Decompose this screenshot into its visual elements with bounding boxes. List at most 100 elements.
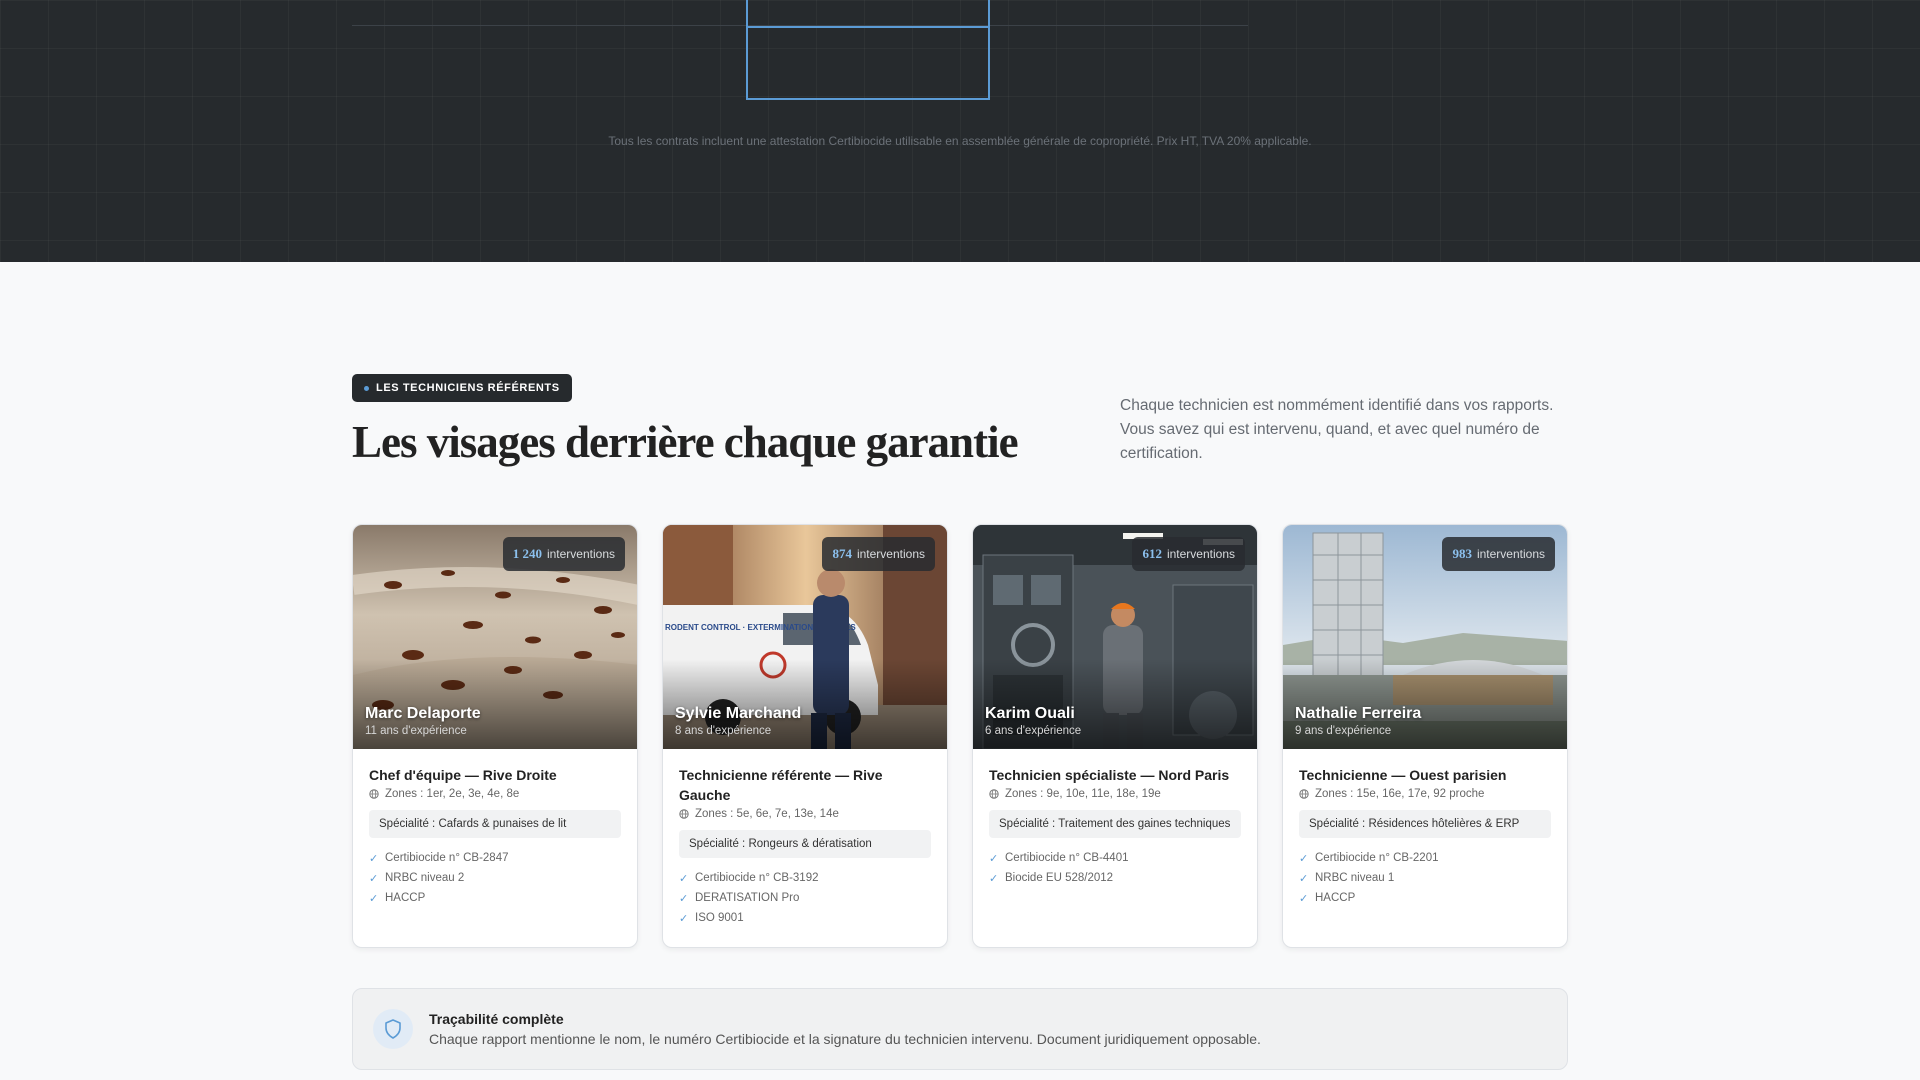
interventions-count: 874 xyxy=(832,546,852,561)
technician-card[interactable]: 1 240 interventions Marc Delaporte 11 an… xyxy=(352,524,638,948)
technician-card[interactable]: 612 interventions Karim Ouali 6 ans d'ex… xyxy=(972,524,1258,948)
check-icon: ✓ xyxy=(369,872,379,885)
certification-item: ✓ HACCP xyxy=(369,888,621,908)
check-icon: ✓ xyxy=(679,872,689,885)
certification-item: ✓ ISO 9001 xyxy=(679,908,931,928)
check-icon: ✓ xyxy=(1299,892,1309,905)
eyebrow-dot-icon xyxy=(364,386,369,391)
zones-text: Zones : 1er, 2e, 3e, 4e, 8e xyxy=(385,788,520,800)
certification-list: ✓ Certibiocide n° CB-3192 ✓ DERATISATION P… xyxy=(679,868,931,928)
certification-text: DERATISATION Pro xyxy=(695,892,800,904)
certification-item: ✓ NRBC niveau 2 xyxy=(369,868,621,888)
check-icon: ✓ xyxy=(369,892,379,905)
specialty-tag: Spécialité : Cafards & punaises de lit xyxy=(369,810,621,838)
specialty-tag: Spécialité : Traitement des gaines techn… xyxy=(989,810,1241,838)
pricing-section-footer: Tous les contrats incluent une attestati… xyxy=(0,0,1920,262)
technician-identity: Nathalie Ferreira 9 ans d'expérience xyxy=(1295,705,1421,737)
technician-card[interactable]: RODENT CONTROL · EXTERMINATION SERVICES … xyxy=(662,524,948,948)
certification-list: ✓ Certibiocide n° CB-4401 ✓ Biocide EU 528… xyxy=(989,848,1241,888)
technician-name: Nathalie Ferreira xyxy=(1295,705,1422,722)
interventions-label: interventions xyxy=(546,547,615,561)
certification-text: HACCP xyxy=(385,892,426,904)
interventions-badge: 874 interventions xyxy=(822,537,935,571)
check-icon: ✓ xyxy=(1299,852,1309,865)
globe-icon xyxy=(989,789,999,799)
section-title: Les visages derrière chaque garantie xyxy=(352,417,1019,467)
technician-photo: RODENT CONTROL · EXTERMINATION SERVICES … xyxy=(663,525,947,749)
certification-text: Certibiocide n° CB-3192 xyxy=(695,872,819,884)
interventions-badge: 612 interventions xyxy=(1132,537,1245,571)
technician-photo: 983 interventions Nathalie Ferreira 9 an… xyxy=(1283,525,1567,749)
technician-experience: 8 ans d'expérience xyxy=(675,725,772,737)
check-icon: ✓ xyxy=(989,872,999,885)
certification-text: ISO 9001 xyxy=(695,912,744,924)
technician-identity: Marc Delaporte 11 ans d'expérience xyxy=(365,705,481,737)
certification-text: Certibiocide n° CB-2847 xyxy=(385,852,509,864)
technician-experience: 6 ans d'expérience xyxy=(985,725,1082,737)
certification-text: Certibiocide n° CB-2201 xyxy=(1315,852,1439,864)
card-body: Chef d'équipe — Rive Droite Zones : 1er,… xyxy=(353,749,637,908)
interventions-count: 983 xyxy=(1452,546,1472,561)
zones-text: Zones : 15e, 16e, 17e, 92 proche xyxy=(1315,788,1485,800)
specialty-tag: Spécialité : Rongeurs & dératisation xyxy=(679,830,931,858)
zones-text: Zones : 9e, 10e, 11e, 18e, 19e xyxy=(1005,788,1161,800)
certification-list: ✓ Certibiocide n° CB-2847 ✓ NRBC niveau 2 … xyxy=(369,848,621,908)
technician-role: Technicienne — Ouest parisien xyxy=(1299,767,1507,783)
interventions-badge: 1 240 interventions xyxy=(502,537,625,571)
interventions-count: 1 240 xyxy=(512,546,542,561)
technician-name: Sylvie Marchand xyxy=(675,705,802,722)
highlighted-table-cell xyxy=(746,0,990,100)
interventions-label: interventions xyxy=(856,547,925,561)
certification-text: NRBC niveau 2 xyxy=(385,872,465,884)
check-icon: ✓ xyxy=(989,852,999,865)
certification-text: HACCP xyxy=(1315,892,1356,904)
technician-zones: Zones : 1er, 2e, 3e, 4e, 8e xyxy=(369,788,621,800)
technician-identity: Sylvie Marchand 8 ans d'expérience xyxy=(675,705,801,737)
check-icon: ✓ xyxy=(369,852,379,865)
pricing-note: Tous les contrats incluent une attestati… xyxy=(608,134,1312,148)
certification-item: ✓ Certibiocide n° CB-4401 xyxy=(989,848,1241,868)
traceability-title: Traçabilité complète xyxy=(429,1011,564,1027)
certification-item: ✓ DERATISATION Pro xyxy=(679,888,931,908)
card-body: Technicienne — Ouest parisien Zones : 15… xyxy=(1283,749,1567,908)
interventions-label: interventions xyxy=(1166,547,1235,561)
check-icon: ✓ xyxy=(679,892,689,905)
technician-experience: 9 ans d'expérience xyxy=(1295,725,1392,737)
section-eyebrow: LES TECHNICIENS RÉFÉRENTS xyxy=(352,374,572,402)
traceability-description: Chaque rapport mentionne le nom, le numé… xyxy=(429,1031,1261,1047)
section-intro: Chaque technicien est nommément identifi… xyxy=(1120,397,1554,462)
interventions-count: 612 xyxy=(1142,546,1162,561)
technician-role: Technicienne référente — Rive Gauche xyxy=(679,767,883,803)
certification-item: ✓ Certibiocide n° CB-3192 xyxy=(679,868,931,888)
technician-zones: Zones : 9e, 10e, 11e, 18e, 19e xyxy=(989,788,1241,800)
zones-text: Zones : 5e, 6e, 7e, 13e, 14e xyxy=(695,808,839,820)
technician-identity: Karim Ouali 6 ans d'expérience xyxy=(985,705,1081,737)
technician-role: Technicien spécialiste — Nord Paris xyxy=(989,767,1230,783)
interventions-badge: 983 interventions xyxy=(1442,537,1555,571)
technician-name: Marc Delaporte xyxy=(365,705,481,722)
certification-text: Biocide EU 528/2012 xyxy=(1005,872,1114,884)
technician-experience: 11 ans d'expérience xyxy=(365,725,467,737)
shield-icon xyxy=(373,1009,413,1049)
certification-item: ✓ Certibiocide n° CB-2847 xyxy=(369,848,621,868)
globe-icon xyxy=(369,789,379,799)
check-icon: ✓ xyxy=(1299,872,1309,885)
check-icon: ✓ xyxy=(679,912,689,925)
certification-item: ✓ Biocide EU 528/2012 xyxy=(989,868,1241,888)
certification-item: ✓ Certibiocide n° CB-2201 xyxy=(1299,848,1551,868)
technician-card[interactable]: 983 interventions Nathalie Ferreira 9 an… xyxy=(1282,524,1568,948)
interventions-label: interventions xyxy=(1476,547,1545,561)
technician-photo: 1 240 interventions Marc Delaporte 11 an… xyxy=(353,525,637,749)
technician-photo: 612 interventions Karim Ouali 6 ans d'ex… xyxy=(973,525,1257,749)
technician-zones: Zones : 15e, 16e, 17e, 92 proche xyxy=(1299,788,1551,800)
card-body: Technicienne référente — Rive Gauche Zon… xyxy=(663,749,947,928)
certification-item: ✓ HACCP xyxy=(1299,888,1551,908)
technician-zones: Zones : 5e, 6e, 7e, 13e, 14e xyxy=(679,808,931,820)
technician-role: Chef d'équipe — Rive Droite xyxy=(369,767,557,783)
globe-icon xyxy=(1299,789,1309,799)
certification-list: ✓ Certibiocide n° CB-2201 ✓ NRBC niveau 1 … xyxy=(1299,848,1551,908)
eyebrow-label: LES TECHNICIENS RÉFÉRENTS xyxy=(376,382,560,394)
certification-text: Certibiocide n° CB-4401 xyxy=(1005,852,1129,864)
card-body: Technicien spécialiste — Nord Paris Zone… xyxy=(973,749,1257,888)
specialty-tag: Spécialité : Résidences hôtelières & ERP xyxy=(1299,810,1551,838)
